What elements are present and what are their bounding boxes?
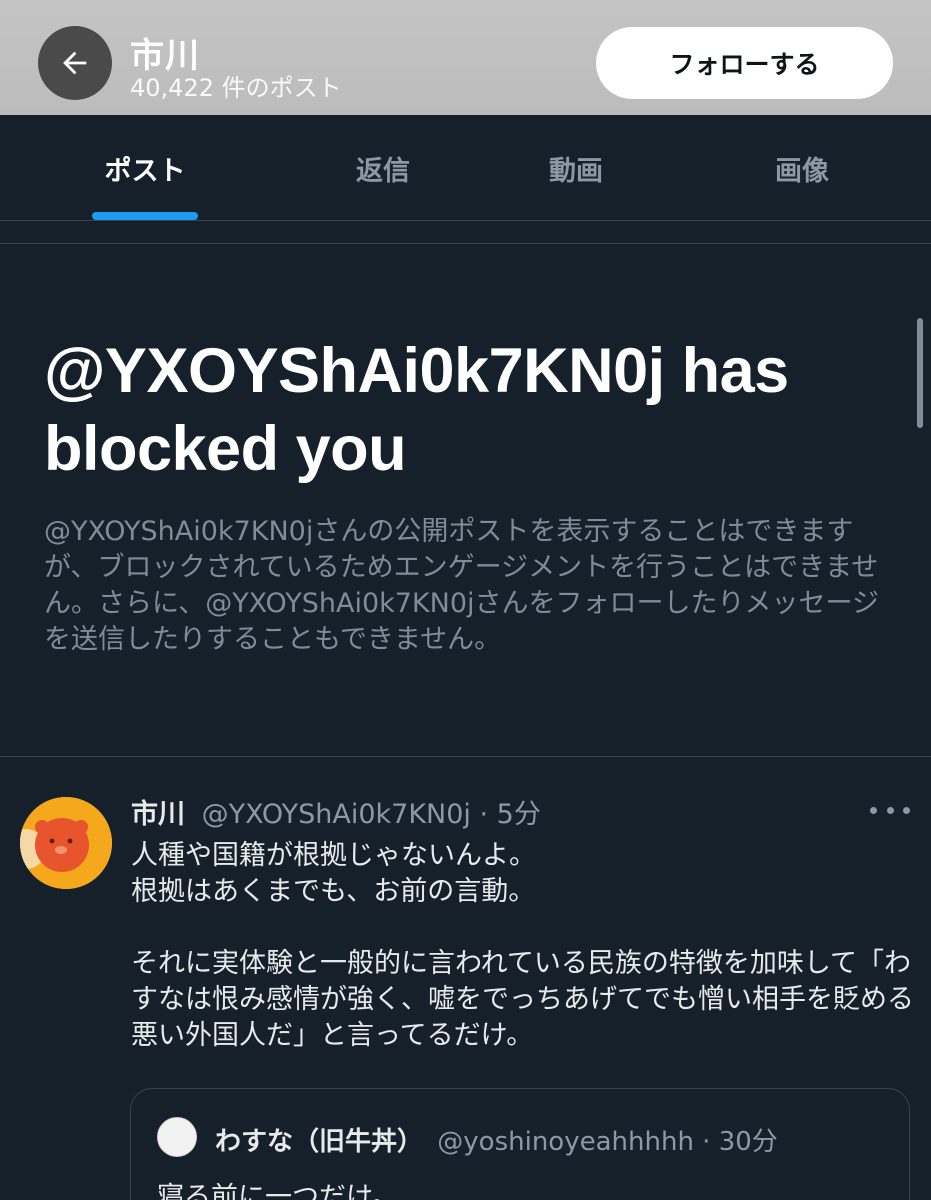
header-post-count: 40,422 件のポスト [130, 74, 342, 102]
tab-posts[interactable]: ポスト [40, 115, 250, 221]
quote-avatar [157, 1117, 197, 1157]
post-author-name[interactable]: 市川 [131, 799, 185, 830]
quoted-post[interactable]: わすな（旧牛丼） @yoshinoyeahhhhh · 30分 寝る前に一つだけ… [130, 1088, 910, 1200]
post-header: 市川 @YXOYShAi0k7KN0j · 5分 [131, 792, 541, 831]
blocked-title: @YXOYShAi0k7KN0j has blocked you [44, 336, 789, 484]
divider [0, 756, 931, 757]
active-tab-indicator [92, 212, 198, 220]
post-handle-time[interactable]: @YXOYShAi0k7KN0j · 5分 [202, 799, 541, 830]
quote-handle-time: @yoshinoyeahhhhh · 30分 [437, 1127, 778, 1157]
scrollbar[interactable] [917, 318, 923, 428]
tab-images[interactable]: 画像 [697, 115, 907, 221]
profile-header: 市川 40,422 件のポスト フォローする [0, 0, 931, 115]
blocked-description: @YXOYShAi0k7KN0jさんの公開ポストを表示することはできますが、ブロ… [44, 516, 879, 655]
divider [0, 243, 931, 244]
tab-videos[interactable]: 動画 [471, 115, 681, 221]
avatar-character-icon [20, 797, 112, 889]
profile-page: 市川 40,422 件のポスト フォローする ポスト 返信 動画 画像 @YXO… [0, 0, 931, 1200]
back-button[interactable] [38, 26, 112, 100]
tab-replies[interactable]: 返信 [278, 115, 488, 221]
avatar[interactable] [20, 797, 112, 889]
post-text: 人種や国籍が根拠じゃないんよ。 根拠はあくまでも、お前の言動。 それに実体験と一… [131, 840, 914, 1051]
quote-author-name: わすな（旧牛丼） [215, 1127, 424, 1157]
back-arrow-icon [63, 51, 87, 75]
follow-button[interactable]: フォローする [596, 27, 893, 99]
quote-text: 寝る前に一つだけ。 [157, 1182, 399, 1200]
quote-header: わすな（旧牛丼） @yoshinoyeahhhhh · 30分 [215, 1121, 778, 1158]
more-icon[interactable] [870, 796, 910, 824]
profile-tabs: ポスト 返信 動画 画像 [0, 115, 931, 221]
